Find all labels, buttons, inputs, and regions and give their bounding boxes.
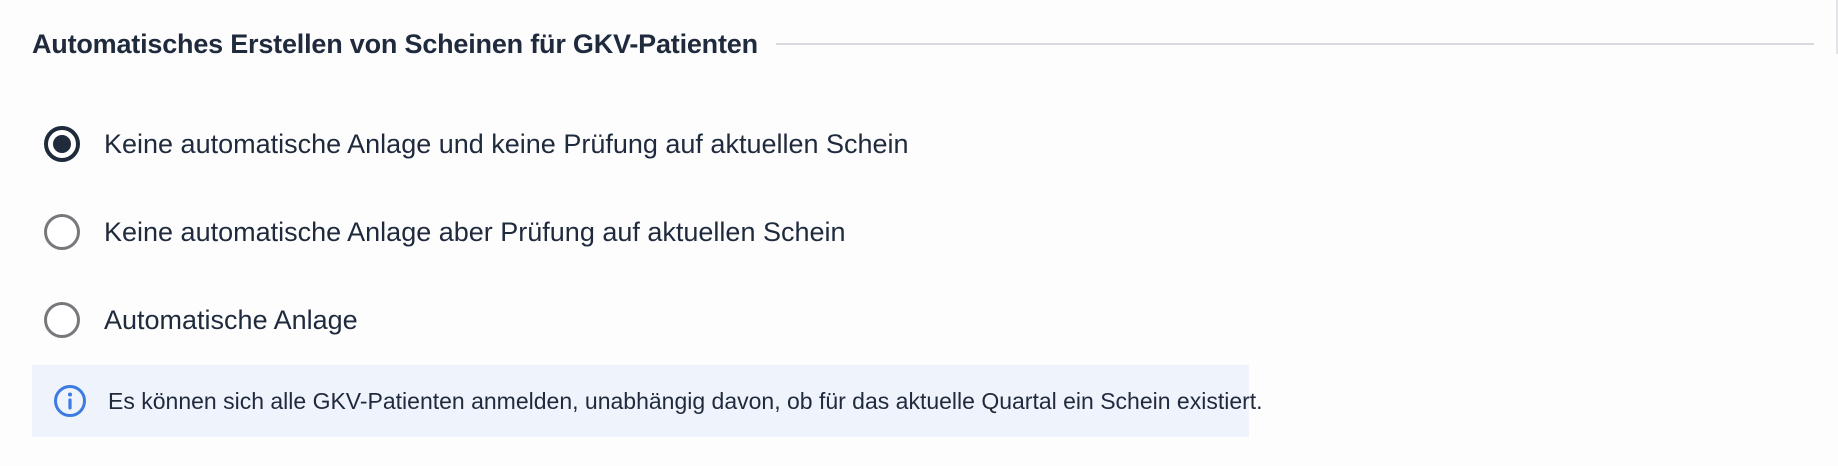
creation-mode-radio-group: Keine automatische Anlage und keine Prüf… — [44, 100, 1244, 364]
radio-option-no-creation-with-check[interactable]: Keine automatische Anlage aber Prüfung a… — [44, 188, 1244, 276]
radio-label: Keine automatische Anlage aber Prüfung a… — [104, 216, 846, 247]
radio-label: Keine automatische Anlage und keine Prüf… — [104, 128, 909, 159]
section-header: Automatisches Erstellen von Scheinen für… — [32, 24, 1814, 64]
info-icon — [54, 385, 86, 417]
settings-panel: Automatisches Erstellen von Scheinen für… — [0, 0, 1838, 466]
radio-button-checked[interactable] — [44, 126, 80, 162]
radio-label: Automatische Anlage — [104, 304, 358, 335]
section-divider — [775, 43, 1814, 45]
radio-option-no-creation-no-check[interactable]: Keine automatische Anlage und keine Prüf… — [44, 100, 1244, 188]
info-text: Es können sich alle GKV-Patienten anmeld… — [108, 387, 1263, 414]
radio-option-automatic-creation[interactable]: Automatische Anlage — [44, 276, 1244, 364]
radio-selected-dot — [53, 135, 71, 153]
section-title: Automatisches Erstellen von Scheinen für… — [32, 28, 758, 59]
radio-button-unchecked[interactable] — [44, 214, 80, 250]
info-notice: Es können sich alle GKV-Patienten anmeld… — [32, 365, 1263, 437]
radio-button-unchecked[interactable] — [44, 302, 80, 338]
